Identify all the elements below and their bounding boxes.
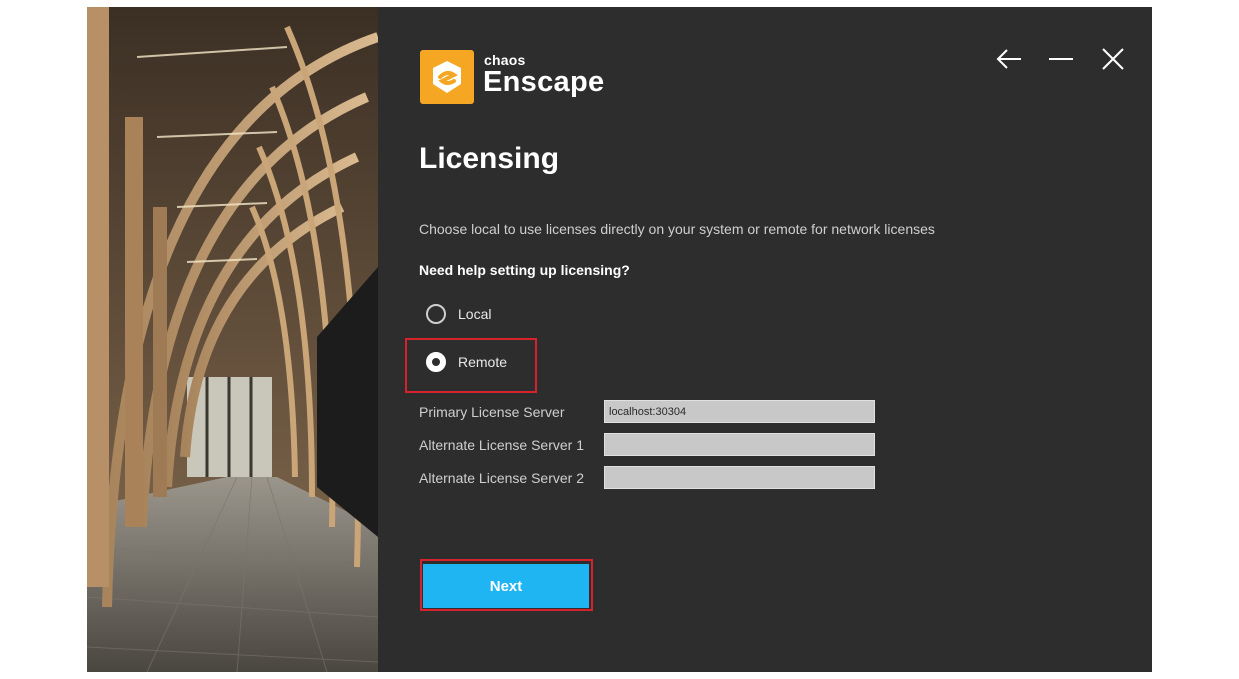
help-link[interactable]: Need help setting up licensing? xyxy=(419,262,630,278)
alternate-server-2-input[interactable] xyxy=(604,466,875,489)
radio-unselected-icon[interactable] xyxy=(426,304,446,324)
alternate-server-1-input[interactable] xyxy=(604,433,875,456)
radio-local[interactable]: Local xyxy=(426,301,491,327)
licensing-window: chaos Enscape Licensing Choose local to … xyxy=(87,7,1152,672)
hallway-photo xyxy=(87,7,378,672)
primary-server-label: Primary License Server xyxy=(419,404,565,420)
next-button[interactable]: Next xyxy=(423,564,589,608)
primary-server-input[interactable] xyxy=(604,400,875,423)
radio-local-label: Local xyxy=(458,306,492,322)
licensing-panel: chaos Enscape Licensing Choose local to … xyxy=(378,7,1152,672)
alternate-server-2-label: Alternate License Server 2 xyxy=(419,470,584,486)
close-icon[interactable] xyxy=(1098,44,1128,74)
radio-selected-icon[interactable] xyxy=(426,352,446,372)
page-title: Licensing xyxy=(419,142,560,175)
page-description: Choose local to use licenses directly on… xyxy=(419,221,935,237)
arrow-left-icon[interactable] xyxy=(994,44,1024,74)
enscape-logo-icon xyxy=(420,50,474,104)
alternate-server-1-label: Alternate License Server 1 xyxy=(419,437,584,453)
radio-remote-label: Remote xyxy=(458,354,508,370)
brand-product: Enscape xyxy=(483,66,605,98)
radio-remote[interactable]: Remote xyxy=(426,349,507,375)
minimize-icon[interactable] xyxy=(1046,44,1076,74)
